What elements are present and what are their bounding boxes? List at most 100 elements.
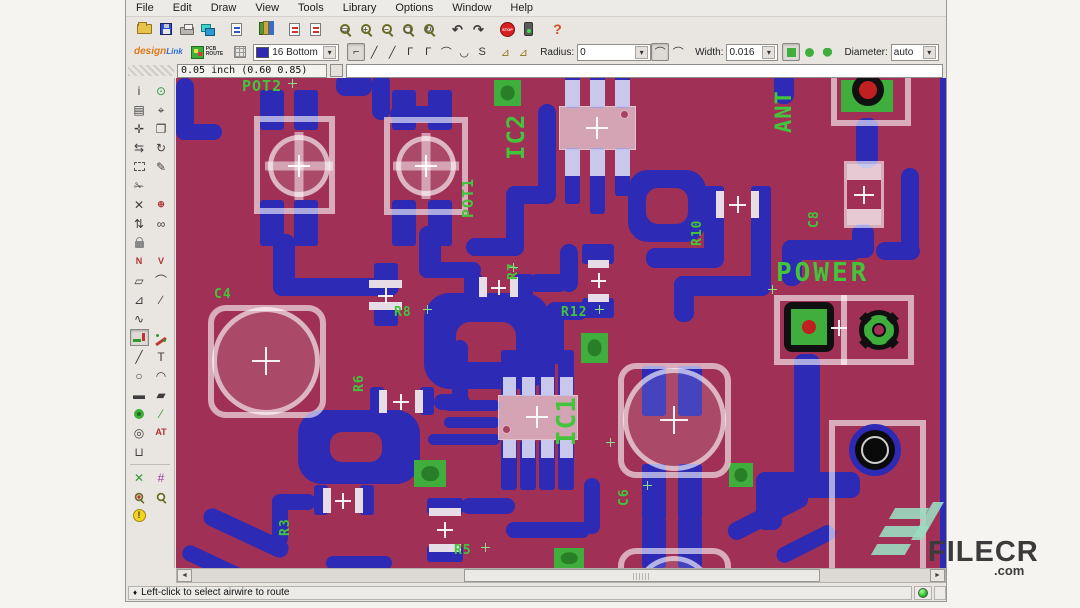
redo-button[interactable]: ↷ <box>468 19 489 39</box>
radius-dropdown-arrow-icon[interactable]: ▾ <box>635 46 648 59</box>
menu-edit[interactable]: Edit <box>173 2 192 14</box>
zoom-out-button[interactable]: − <box>376 19 397 39</box>
dimension-tool[interactable]: ⊔ <box>130 443 149 460</box>
menu-tools[interactable]: Tools <box>298 2 324 14</box>
rotate-tool[interactable]: ↻ <box>152 139 171 156</box>
cam-processor-button[interactable] <box>197 19 218 39</box>
menu-window[interactable]: Window <box>452 2 491 14</box>
layer-dropdown-arrow-icon[interactable]: ▾ <box>323 46 336 59</box>
polygon-tool[interactable]: ▰ <box>152 386 171 403</box>
via-octagon-button[interactable] <box>818 43 836 61</box>
via-tool[interactable] <box>130 405 149 422</box>
scroll-right-button[interactable]: ► <box>930 569 945 582</box>
zoom-fit-button[interactable]: ▭ <box>334 19 355 39</box>
auto-router-tool[interactable]: # <box>152 469 171 486</box>
menu-view[interactable]: View <box>255 2 279 14</box>
gateswap-tool[interactable]: ∞ <box>152 215 171 232</box>
cut-tool[interactable]: ✁ <box>130 177 149 194</box>
help-button[interactable]: ? <box>547 19 568 39</box>
drc-status-button[interactable] <box>518 19 539 39</box>
split-tool[interactable]: ⊿ <box>130 291 149 308</box>
pinswap-tool[interactable]: ⇅ <box>130 215 149 232</box>
menu-file[interactable]: File <box>136 2 154 14</box>
command-input[interactable] <box>346 64 943 78</box>
undo-button[interactable]: ↶ <box>447 19 468 39</box>
bend-style-2-button[interactable]: ╱ <box>383 43 401 61</box>
smash-tool[interactable]: ▱ <box>130 272 149 289</box>
bend-style-6-button[interactable]: ◡ <box>455 43 473 61</box>
zoom-in-button[interactable]: + <box>355 19 376 39</box>
width-select[interactable]: 0.016 ▾ <box>726 44 778 61</box>
bend-style-1-button[interactable]: ╱ <box>365 43 383 61</box>
menu-help[interactable]: Help <box>510 2 533 14</box>
via-square-button[interactable] <box>782 43 800 61</box>
layer-select[interactable]: 16 Bottom ▾ <box>253 44 339 61</box>
change-tool[interactable]: ✎ <box>152 158 171 175</box>
drc-tool[interactable] <box>130 488 149 505</box>
designlink-logo[interactable]: designLink <box>134 47 183 57</box>
zoom-redraw-button[interactable]: ↻ <box>418 19 439 39</box>
save-button[interactable] <box>155 19 176 39</box>
bend-style-7-button[interactable]: S <box>473 43 491 61</box>
move-tool[interactable]: ✛ <box>130 120 149 137</box>
bend-style-5-button[interactable]: ⌒ <box>437 43 455 61</box>
board-canvas[interactable]: POT2 POT1 IC2 ANT C8 R10 R7 R12 R8 C4 R6… <box>176 78 946 568</box>
miter-button[interactable]: ⊿ <box>496 43 514 61</box>
switch-schematic-button[interactable] <box>226 19 247 39</box>
mirror-tool[interactable]: ⇆ <box>130 139 149 156</box>
signal-tool[interactable]: ⁄ <box>152 405 171 422</box>
wire-tool[interactable]: ╱ <box>130 348 149 365</box>
errors-tool[interactable] <box>152 488 171 505</box>
value-tool[interactable]: V <box>152 253 171 270</box>
mark-tool[interactable]: ⌖ <box>152 101 171 118</box>
horizontal-scrollbar[interactable]: ◄ ► <box>176 568 946 583</box>
run-script-button[interactable] <box>284 19 305 39</box>
text-tool[interactable]: T <box>152 348 171 365</box>
ratsnest-tool[interactable]: ✕ <box>130 469 149 486</box>
library-button[interactable] <box>255 19 276 39</box>
diameter-select[interactable]: auto ▾ <box>891 44 939 61</box>
menu-library[interactable]: Library <box>343 2 377 14</box>
show-tool[interactable]: ⊙ <box>152 82 171 99</box>
bend-style-0-button[interactable]: ⌐ <box>347 43 365 61</box>
warning-tool[interactable]: ! <box>130 507 149 524</box>
width-dropdown-arrow-icon[interactable]: ▾ <box>762 46 775 59</box>
optimize-tool[interactable]: ∕ <box>152 291 171 308</box>
coordinate-mode-button[interactable] <box>330 64 343 77</box>
scrollbar-thumb[interactable] <box>464 569 820 582</box>
resize-grip[interactable] <box>934 586 946 600</box>
open-button[interactable] <box>134 19 155 39</box>
lock-tool[interactable] <box>130 234 149 251</box>
arc-tool[interactable]: ◠ <box>152 367 171 384</box>
run-ulp-button[interactable] <box>305 19 326 39</box>
route-tool[interactable] <box>130 329 149 346</box>
menu-draw[interactable]: Draw <box>211 2 237 14</box>
miter-tool[interactable]: ⌒ <box>152 272 171 289</box>
unmiter-button[interactable]: ⊿ <box>514 43 532 61</box>
group-tool[interactable] <box>130 158 149 175</box>
ripup-tool[interactable] <box>152 329 171 346</box>
bend-style-4-button[interactable]: Γ <box>419 43 437 61</box>
attribute-tool[interactable]: AT <box>152 424 171 441</box>
toolbar-drag-handle[interactable] <box>128 65 174 76</box>
info-tool[interactable]: i <box>130 82 149 99</box>
grid-button[interactable] <box>231 43 249 61</box>
radius-select[interactable]: 0 ▾ <box>577 44 651 61</box>
scroll-left-button[interactable]: ◄ <box>177 569 192 582</box>
circle-tool[interactable]: ○ <box>130 367 149 384</box>
hole-tool[interactable]: ◎ <box>130 424 149 441</box>
arc-cw-button[interactable]: ⌒ <box>651 43 669 61</box>
zoom-select-button[interactable]: ▢ <box>397 19 418 39</box>
add-tool[interactable]: ⊕ <box>152 196 171 213</box>
print-button[interactable] <box>176 19 197 39</box>
display-tool[interactable]: ▤ <box>130 101 149 118</box>
arc-ccw-button[interactable]: ⌒ <box>669 43 687 61</box>
name-tool[interactable]: N <box>130 253 149 270</box>
stop-button[interactable]: STOP <box>497 19 518 39</box>
via-round-button[interactable] <box>800 43 818 61</box>
menu-options[interactable]: Options <box>395 2 433 14</box>
rect-tool[interactable]: ▬ <box>130 386 149 403</box>
delete-tool[interactable]: ✕ <box>130 196 149 213</box>
meander-tool[interactable]: ∿ <box>130 310 149 327</box>
copy-tool[interactable]: ❐ <box>152 120 171 137</box>
